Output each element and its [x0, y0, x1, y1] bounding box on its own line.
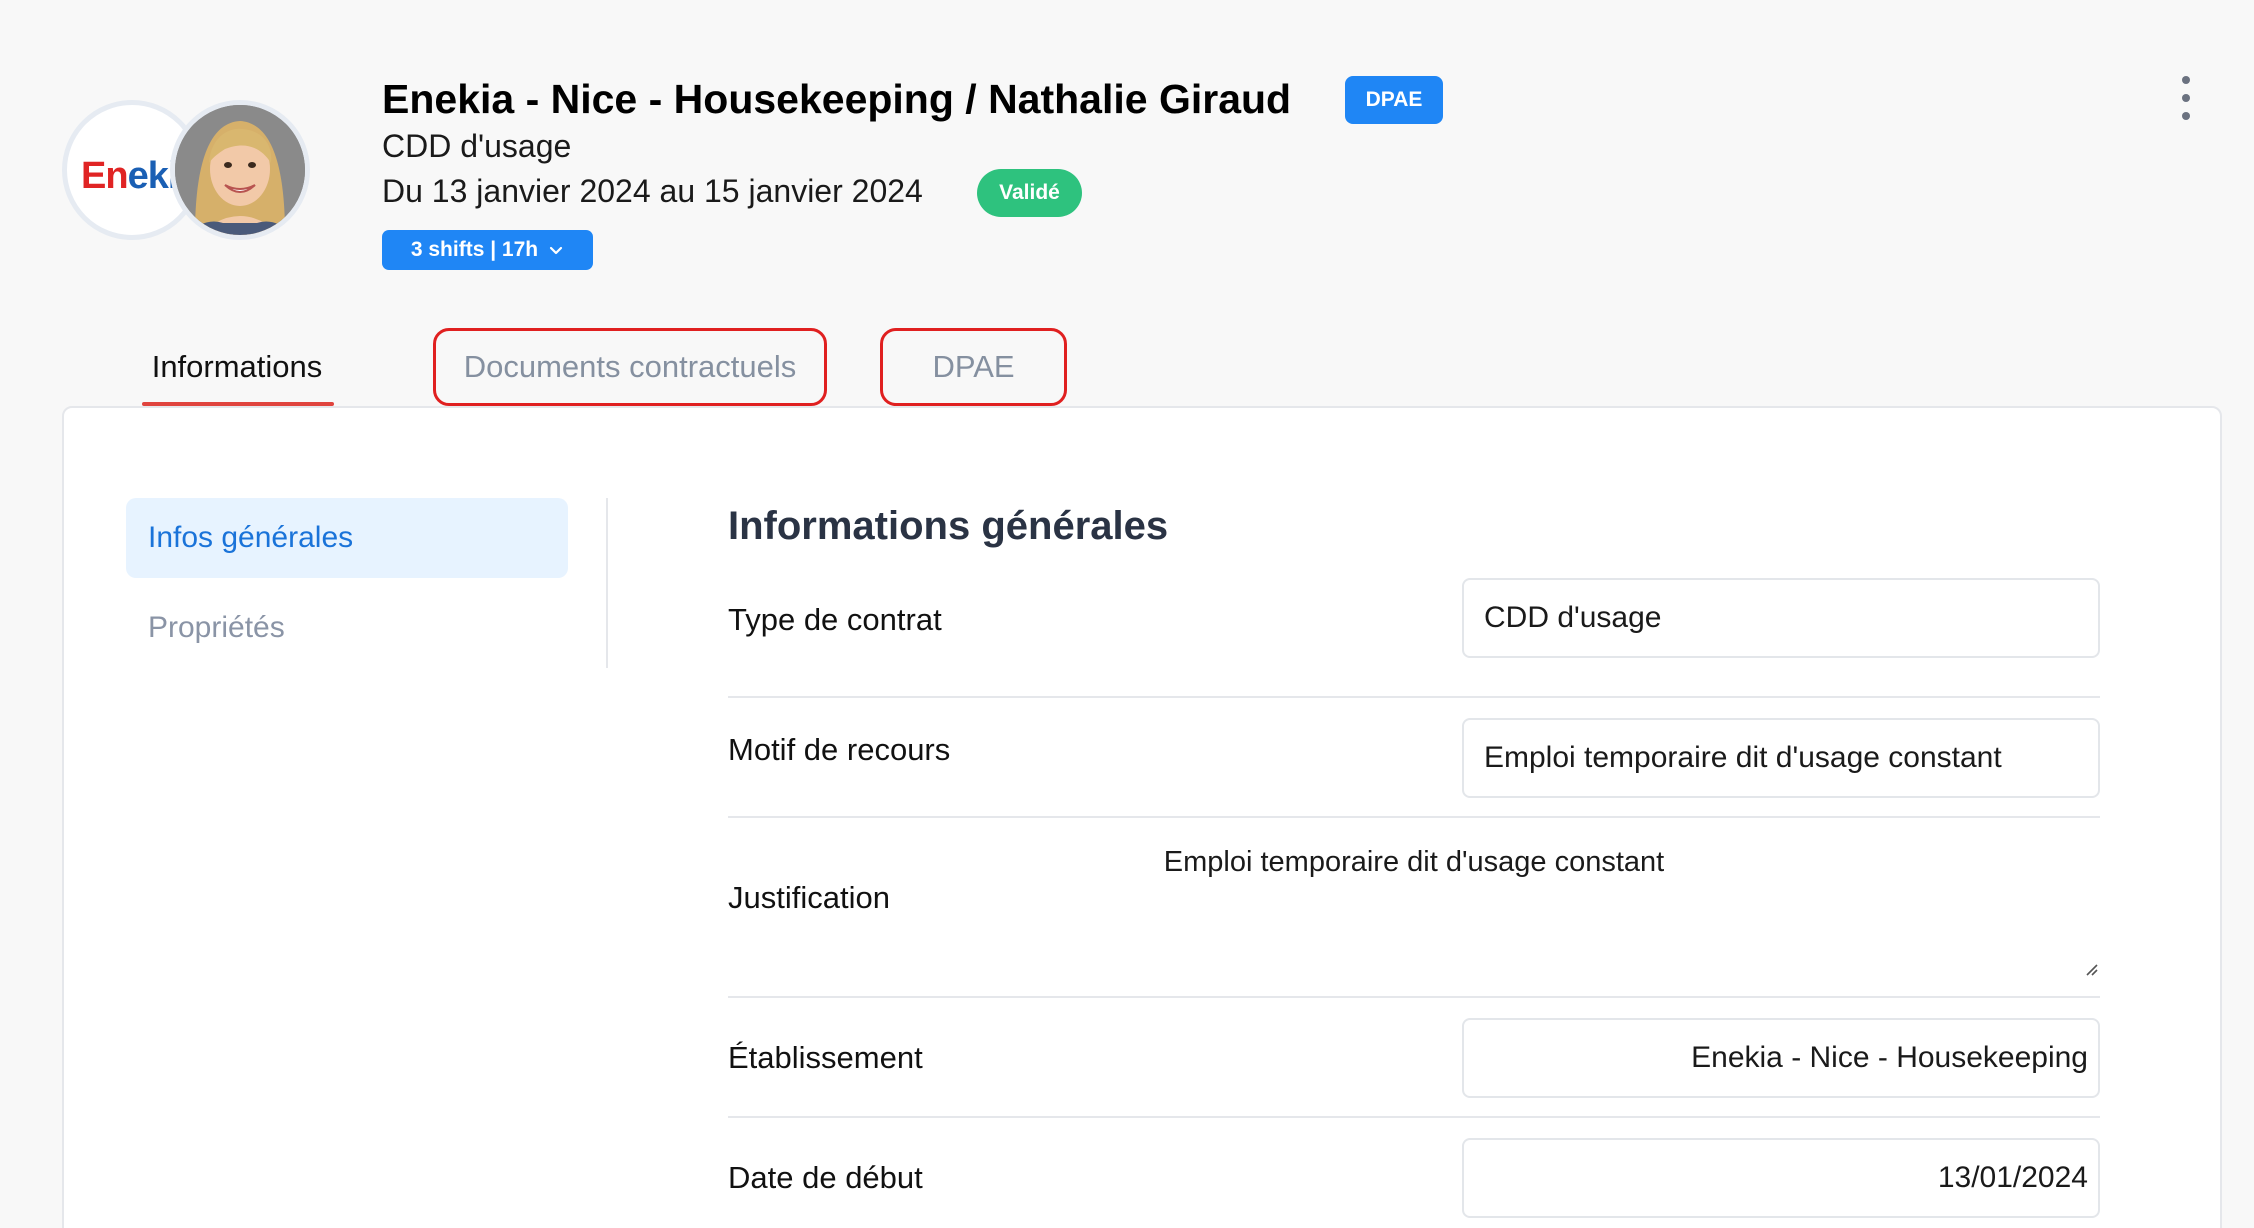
form-row-establishment: Établissement Enekia - Nice - Housekeepi… [728, 998, 2100, 1118]
kebab-dot [2182, 112, 2190, 120]
section-nav-label: Propriétés [148, 611, 285, 644]
kebab-dot [2182, 94, 2190, 102]
resize-grip-icon[interactable] [2082, 960, 2098, 976]
tab-informations[interactable]: Informations [140, 328, 334, 406]
kebab-vertical-icon[interactable] [2176, 76, 2196, 120]
field-label: Type de contrat [728, 602, 942, 637]
employee-photo-icon [175, 105, 305, 235]
section-nav-item-infos-generales[interactable]: Infos générales [126, 498, 568, 578]
content-card: Infos générales Propriétés Informations … [62, 406, 2222, 1228]
field-label: Date de début [728, 1160, 923, 1195]
establishment-field[interactable]: Enekia - Nice - Housekeeping [1462, 1018, 2100, 1098]
contract-subtitle: CDD d'usage [382, 128, 572, 164]
tab-dpae[interactable]: DPAE [880, 328, 1067, 406]
contract-type-field[interactable]: CDD d'usage [1462, 578, 2100, 658]
section-nav-divider [606, 498, 608, 668]
dpae-badge: DPAE [1345, 76, 1443, 124]
field-label: Motif de recours [728, 732, 951, 767]
contract-dates: Du 13 janvier 2024 au 15 janvier 2024 [382, 173, 923, 209]
employee-avatar [170, 100, 310, 240]
kebab-dot [2182, 76, 2190, 84]
status-badge: Validé [977, 169, 1082, 217]
form-row-reason: Motif de recours Emploi temporaire dit d… [728, 698, 2100, 818]
reason-field[interactable]: Emploi temporaire dit d'usage constant [1462, 718, 2100, 798]
shifts-label: 3 shifts | 17h [410, 238, 539, 261]
shifts-dropdown-button[interactable]: 3 shifts | 17h [382, 230, 593, 270]
chevron-down-icon [550, 246, 563, 255]
field-label: Établissement [728, 1040, 923, 1075]
field-label: Justification [728, 880, 890, 915]
start-date-field[interactable]: 13/01/2024 [1462, 1138, 2100, 1218]
tab-label: Documents contractuels [463, 349, 797, 384]
section-title: Informations générales [728, 504, 1169, 548]
contract-detail-page: Enekia Enekia - Nice - Housekeeping / Na… [0, 0, 2254, 1228]
section-nav-label: Infos générales [148, 521, 354, 554]
form-row-start-date: Date de début 13/01/2024 [728, 1118, 2100, 1228]
page-title: Enekia - Nice - Housekeeping / Nathalie … [382, 76, 1292, 122]
tab-label: DPAE [932, 349, 1015, 384]
justification-textarea[interactable]: Emploi temporaire dit d'usage constant [728, 846, 2100, 879]
form-row-contract-type: Type de contrat CDD d'usage [728, 578, 2100, 698]
section-nav-item-proprietes[interactable]: Propriétés [126, 588, 568, 668]
form-row-justification: Justification Emploi temporaire dit d'us… [728, 818, 2100, 998]
tab-label: Informations [151, 349, 323, 384]
tab-documents-contractuels[interactable]: Documents contractuels [433, 328, 827, 406]
section-nav: Infos générales Propriétés [126, 498, 568, 668]
